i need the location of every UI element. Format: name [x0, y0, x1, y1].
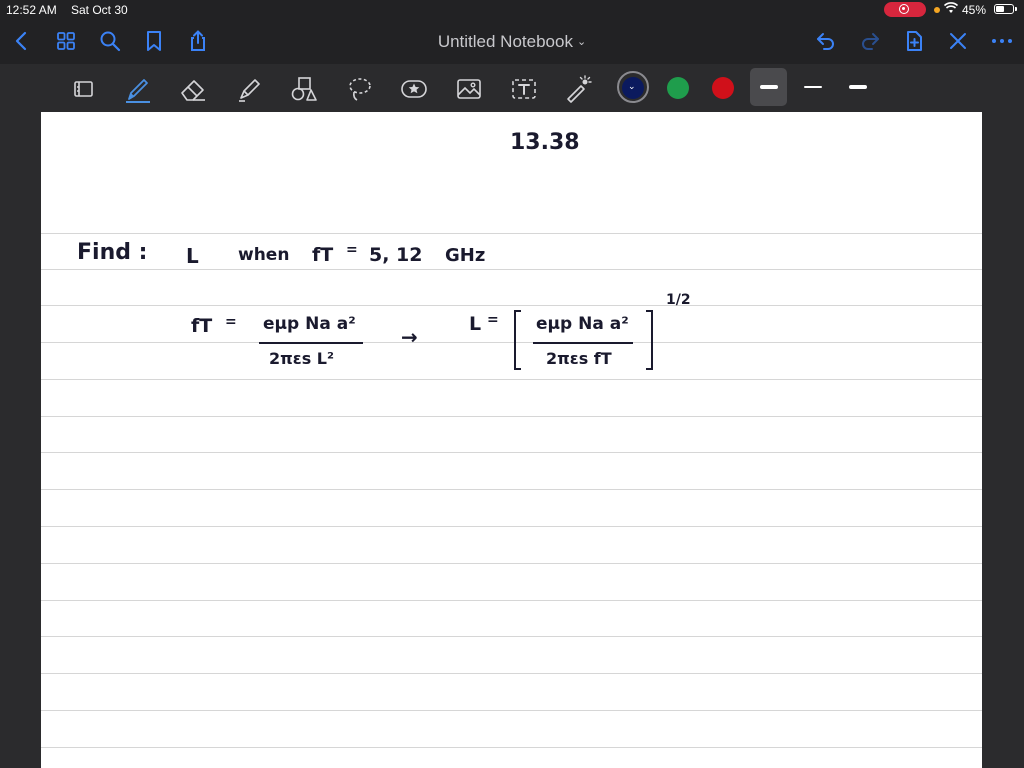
- notebook-page[interactable]: 13.38 Find : L when fT = 5, 12 GHz fT = …: [41, 112, 982, 768]
- eq-right-eq: =: [487, 312, 499, 328]
- battery-icon: [994, 4, 1017, 14]
- eq-right-numerator: eμp Na a²: [536, 314, 629, 334]
- wifi-icon: [943, 2, 959, 17]
- page-rule: [41, 379, 982, 380]
- find-label: Find :: [77, 240, 148, 265]
- battery-percent: 45%: [962, 3, 987, 17]
- undo-icon[interactable]: [814, 29, 838, 53]
- page-rule: [41, 710, 982, 711]
- page-rule: [41, 416, 982, 417]
- page-rule: [41, 636, 982, 637]
- add-page-icon[interactable]: [902, 29, 926, 53]
- find-when: when: [238, 245, 290, 265]
- tool-bar: ⌄: [0, 64, 1024, 112]
- page-rule: [41, 233, 982, 234]
- eq-right-exponent: 1/2: [666, 292, 691, 308]
- arrow: →: [401, 325, 418, 349]
- color-swatch-navy[interactable]: ⌄: [622, 77, 644, 99]
- fraction-bar: [533, 342, 633, 344]
- chevron-down-icon: ⌄: [576, 36, 587, 48]
- find-values: 5, 12: [369, 244, 423, 266]
- problem-number: 13.38: [510, 130, 580, 155]
- page-rule: [41, 563, 982, 564]
- page-rule: [41, 747, 982, 748]
- notebook-title-text: Untitled Notebook: [437, 32, 573, 51]
- page-rule: [41, 269, 982, 270]
- eq-left-numerator: eμp Na a²: [263, 314, 356, 334]
- screen-recording-icon: [884, 2, 926, 17]
- text-icon[interactable]: [509, 74, 539, 104]
- image-icon[interactable]: [454, 74, 484, 104]
- page-rule: [41, 600, 982, 601]
- mic-indicator-icon: [934, 7, 940, 13]
- find-eq: =: [346, 242, 358, 258]
- left-bracket: [514, 310, 521, 370]
- find-fT: fT: [312, 244, 334, 266]
- page-rule: [41, 342, 982, 343]
- highlighter-icon[interactable]: [235, 74, 265, 104]
- find-unit: GHz: [445, 245, 486, 266]
- status-bar: 12:52 AM Sat Oct 30 45%: [0, 0, 1024, 20]
- redo-icon[interactable]: [858, 29, 882, 53]
- shapes-icon[interactable]: [289, 74, 319, 104]
- stroke-thick-indicator: [760, 85, 778, 89]
- chevron-down-icon: ⌄: [628, 81, 636, 91]
- right-bracket: [646, 310, 653, 370]
- page-rule: [41, 452, 982, 453]
- fraction-bar: [259, 342, 363, 344]
- status-date: Sat Oct 30: [71, 3, 128, 17]
- find-variable: L: [186, 244, 199, 268]
- stroke-thick-button[interactable]: [750, 68, 787, 106]
- more-icon[interactable]: [990, 29, 1014, 53]
- eq-right-denominator: 2πεs fT: [546, 349, 612, 368]
- eraser-icon[interactable]: [178, 74, 208, 104]
- status-time: 12:52 AM: [6, 3, 57, 17]
- page-rule: [41, 526, 982, 527]
- page-rule: [41, 489, 982, 490]
- stroke-medium-button[interactable]: [849, 85, 867, 89]
- page-rule: [41, 305, 982, 306]
- stroke-thin-button[interactable]: [804, 86, 822, 88]
- sticker-icon[interactable]: [399, 74, 429, 104]
- lasso-icon[interactable]: [345, 74, 375, 104]
- laser-pointer-icon[interactable]: [563, 74, 593, 104]
- page-rule: [41, 673, 982, 674]
- page-layout-icon[interactable]: [69, 74, 99, 104]
- eq-left-denominator: 2πεs L²: [269, 349, 334, 368]
- nav-bar: Untitled Notebook ⌄: [0, 20, 1024, 64]
- color-swatch-green[interactable]: [667, 77, 689, 99]
- eq-right-lhs: L: [469, 313, 482, 335]
- color-swatch-red[interactable]: [712, 77, 734, 99]
- eq-left-lhs: fT: [191, 315, 213, 337]
- pen-icon[interactable]: [123, 74, 153, 104]
- close-icon[interactable]: [946, 29, 970, 53]
- eq-left-eq: =: [225, 314, 237, 330]
